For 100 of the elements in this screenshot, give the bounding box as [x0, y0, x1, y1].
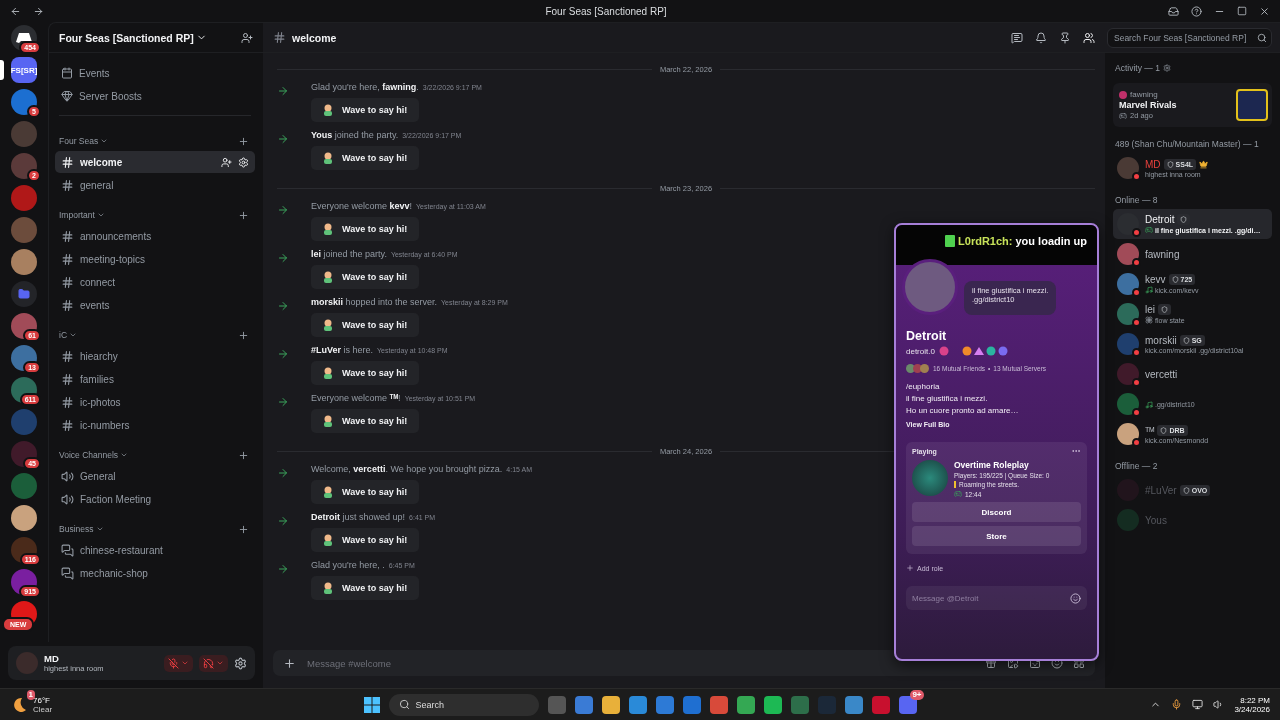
taskbar-app-icon[interactable] [844, 695, 863, 714]
channel-item[interactable]: general [55, 174, 255, 196]
channel-item[interactable]: mechanic-shop [55, 562, 255, 584]
members-icon[interactable] [1083, 31, 1095, 44]
shield-icon [1166, 160, 1174, 168]
channel-item[interactable]: General [55, 465, 255, 487]
help-icon[interactable] [1191, 5, 1202, 17]
back-icon[interactable] [10, 5, 21, 17]
server-icon[interactable] [11, 569, 37, 595]
member-row[interactable]: fawning [1113, 239, 1272, 269]
notification-badge: 9+ [910, 689, 924, 700]
activity-button[interactable]: Store [912, 526, 1081, 546]
add-channel-icon[interactable] [238, 523, 249, 535]
server-name[interactable]: Four Seas [Sanctioned RP] [59, 31, 207, 44]
search-field[interactable]: Search Four Seas [Sanctioned RP] [1107, 27, 1272, 48]
emoji-icon[interactable] [1070, 592, 1081, 604]
game-logo-placeholder [912, 460, 948, 496]
folder-button[interactable] [11, 281, 37, 307]
taskbar-app-icon[interactable] [574, 695, 593, 714]
taskbar-app-icon[interactable] [763, 695, 782, 714]
channel-item[interactable]: events [55, 294, 255, 316]
folder-icon [18, 288, 30, 300]
category-header[interactable]: iC [59, 330, 78, 340]
windows-logo-icon[interactable] [363, 696, 380, 713]
channel-item[interactable]: meeting-topics [55, 248, 255, 270]
server-icon[interactable]: FS[SR] [11, 57, 37, 83]
wave-button[interactable]: Wave to say hi! [311, 265, 420, 289]
chevron-down-icon [120, 451, 129, 459]
taskbar-app-icon[interactable] [655, 695, 674, 714]
wave-button[interactable]: Wave to say hi! [311, 528, 420, 552]
wave-button[interactable]: Wave to say hi! [311, 361, 420, 385]
channel-item[interactable]: Faction Meeting [55, 488, 255, 510]
channel-item[interactable]: announcements [55, 225, 255, 247]
pin-icon[interactable] [1059, 31, 1071, 44]
sidebar-item[interactable]: Server Boosts [55, 85, 255, 107]
member-group-title: Offline — 2 [1115, 461, 1159, 471]
sticker-icon [321, 318, 335, 332]
category-header[interactable]: Important [59, 210, 105, 220]
category-header[interactable]: Voice Channels [59, 450, 129, 460]
join-arrow-icon [277, 348, 289, 360]
add-channel-icon[interactable] [238, 449, 249, 461]
activity-button[interactable]: Discord [912, 502, 1081, 522]
channel-item[interactable]: welcome [55, 151, 255, 173]
channel-item[interactable]: ic-photos [55, 391, 255, 413]
taskbar-app-icon[interactable] [628, 695, 647, 714]
wave-button[interactable]: Wave to say hi! [311, 146, 420, 170]
muted-headphones-icon [203, 657, 214, 669]
channel-item[interactable]: chinese-restaurant [55, 539, 255, 561]
add-channel-icon[interactable] [238, 135, 249, 147]
server-icon[interactable] [11, 377, 37, 403]
inbox-icon[interactable] [1168, 5, 1179, 17]
maximize-icon[interactable] [1237, 6, 1247, 16]
sticker-icon [321, 366, 335, 380]
hash-icon [61, 155, 74, 169]
mic-icon[interactable] [1171, 699, 1183, 710]
category-header[interactable]: Four Seas [59, 136, 109, 146]
server-icon[interactable] [11, 441, 37, 467]
forward-icon[interactable] [33, 5, 44, 17]
server-icon[interactable] [11, 345, 37, 371]
category-header[interactable]: Business [59, 524, 104, 534]
dnd-status-icon [1132, 438, 1141, 447]
home-button[interactable] [11, 25, 37, 51]
taskbar-app-icon[interactable] [898, 695, 917, 714]
wave-button[interactable]: Wave to say hi! [311, 480, 420, 504]
add-channel-icon[interactable] [238, 329, 249, 341]
bell-icon[interactable] [1035, 31, 1047, 44]
settings-icon[interactable] [1162, 64, 1171, 72]
member-row[interactable]: vercetti [1113, 359, 1272, 389]
server-icon[interactable] [11, 505, 37, 531]
server-icon[interactable] [11, 313, 37, 339]
wave-button[interactable]: Wave to say hi! [311, 576, 420, 600]
wave-button[interactable]: Wave to say hi! [311, 98, 420, 122]
wave-button[interactable]: Wave to say hi! [311, 409, 420, 433]
channel-item[interactable]: connect [55, 271, 255, 293]
invite-icon[interactable] [221, 156, 232, 168]
activity-game: Marvel Rivals [1119, 100, 1178, 110]
wave-button[interactable]: Wave to say hi! [311, 313, 420, 337]
taskbar-app-icon[interactable] [736, 695, 755, 714]
invite-icon[interactable] [241, 31, 253, 44]
channel-item[interactable]: hiearchy [55, 345, 255, 367]
member-name: MD [1145, 158, 1161, 170]
close-icon[interactable] [1259, 5, 1270, 17]
settings-icon[interactable] [234, 656, 247, 670]
sidebar-item[interactable]: Events [55, 62, 255, 84]
channel-item[interactable]: families [55, 368, 255, 390]
channel-item[interactable]: ic-numbers [55, 414, 255, 436]
mute-button[interactable] [164, 654, 193, 672]
deafen-button[interactable] [199, 654, 228, 672]
taskbar-app-icon[interactable] [709, 695, 728, 714]
add-channel-icon[interactable] [238, 209, 249, 221]
threads-icon[interactable] [1011, 31, 1023, 44]
server-icon[interactable] [11, 89, 37, 115]
wave-button[interactable]: Wave to say hi! [311, 217, 420, 241]
clock[interactable]: 8:22 PM 3/24/2026 [1234, 695, 1270, 714]
taskbar-app-icon[interactable] [601, 695, 620, 714]
network-icon[interactable] [1192, 699, 1204, 710]
taskbar-search[interactable]: Search [388, 693, 539, 716]
server-icon[interactable] [11, 153, 37, 179]
plus-icon[interactable] [283, 656, 296, 670]
selected-indicator [0, 60, 4, 80]
